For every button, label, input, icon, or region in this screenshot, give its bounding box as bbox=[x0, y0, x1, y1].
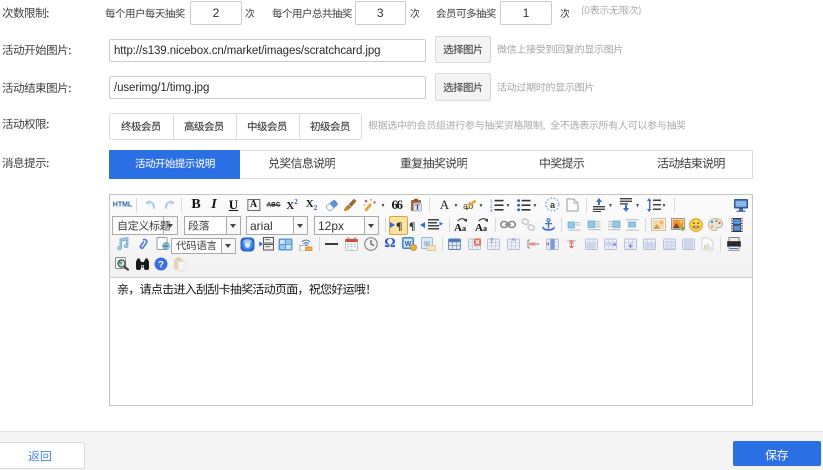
svg-text:T: T bbox=[490, 239, 494, 245]
svg-text:3: 3 bbox=[490, 208, 493, 212]
svg-text:a: a bbox=[462, 224, 466, 232]
svg-text:?: ? bbox=[158, 260, 164, 271]
svg-text:¶: ¶ bbox=[409, 219, 415, 231]
svg-text:A: A bbox=[454, 222, 462, 232]
svg-text:a: a bbox=[549, 200, 555, 210]
svg-text:¶: ¶ bbox=[396, 219, 402, 231]
svg-text:A: A bbox=[475, 222, 483, 232]
svg-text:a: a bbox=[483, 224, 487, 232]
svg-text:T: T bbox=[415, 203, 420, 211]
